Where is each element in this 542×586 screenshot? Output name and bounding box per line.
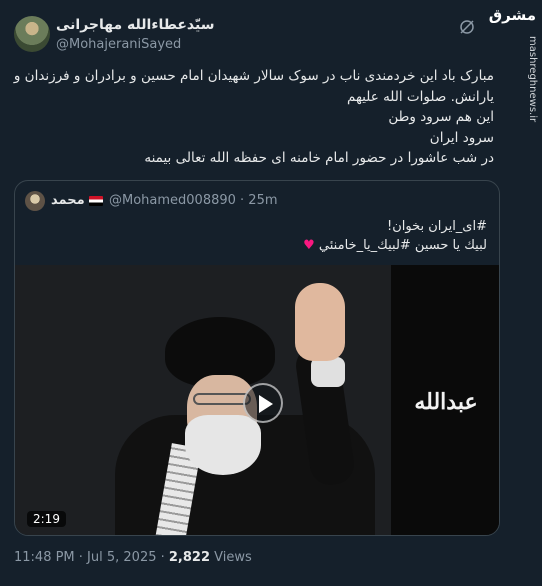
- quoted-tweet[interactable]: محمد @Mohamed008890 · 25m #ای_ایران بخوا…: [14, 180, 500, 536]
- views-label: Views: [210, 550, 252, 565]
- tweet-line: یارانش. صلوات الله علیهم: [346, 88, 494, 105]
- grok-icon[interactable]: [458, 18, 476, 36]
- tweet-line: در شب عاشورا در حضور امام خامنه ای حفظه …: [144, 150, 494, 166]
- figure-cuff: [311, 357, 345, 387]
- black-banner: عبدالله: [391, 265, 499, 535]
- views-count: 2,822: [168, 550, 211, 565]
- quoted-second-line: لبيك يا حسين #لبیك_یا_خامنئي ♥: [47, 236, 487, 255]
- tweet-meta: 11:48 PM · Jul 5, 2025 · 2,822 Views: [14, 550, 252, 565]
- handle[interactable]: @MohajeraniSayed: [56, 37, 181, 52]
- figure-beard: [185, 415, 261, 475]
- quoted-handle-time[interactable]: @Mohamed008890 · 25m: [109, 193, 278, 208]
- video-player[interactable]: عبدالله 2:19: [15, 265, 499, 535]
- quoted-text: #ای_ایران بخوان! لبيك يا حسين #لبیك_یا_خ…: [47, 217, 487, 255]
- tweet-timestamp[interactable]: 11:48 PM · Jul 5, 2025 ·: [14, 550, 169, 565]
- egypt-flag-icon: [89, 196, 103, 206]
- play-icon[interactable]: [243, 383, 283, 423]
- quoted-hashtag-line[interactable]: #ای_ایران بخوان!: [47, 217, 487, 236]
- video-duration: 2:19: [27, 511, 66, 527]
- tweet-header: سیّدعطاءالله مهاجرانی @MohajeraniSayed: [14, 14, 454, 58]
- tweet-line: این هم سرود وطن: [388, 109, 494, 125]
- quoted-display-name[interactable]: محمد: [51, 193, 85, 208]
- watermark-strip: مشرق mashreghnews.ir: [489, 0, 542, 586]
- brand-logo: مشرق: [488, 6, 536, 24]
- quoted-tweet-header: محمد @Mohamed008890 · 25m: [25, 191, 425, 211]
- tweet-line: سرود ایران: [429, 129, 494, 146]
- tweet-screenshot: مشرق mashreghnews.ir سیّدعطاءالله مهاجرا…: [0, 0, 542, 586]
- brand-url: mashreghnews.ir: [527, 36, 538, 123]
- display-name[interactable]: سیّدعطاءالله مهاجرانی: [56, 17, 215, 33]
- quoted-line-text[interactable]: لبيك يا حسين #لبیك_یا_خامنئي: [319, 238, 487, 253]
- banner-calligraphy: عبدالله: [414, 389, 478, 415]
- tweet-line: مبارک باد این خردمندی ناب در سوک سالار ش…: [13, 68, 494, 84]
- quoted-avatar[interactable]: [25, 191, 45, 211]
- avatar[interactable]: [14, 16, 50, 52]
- tweet-text: مبارک باد این خردمندی ناب در سوک سالار ش…: [14, 66, 494, 169]
- heart-icon: ♥: [303, 238, 315, 253]
- figure-raised-hand: [295, 283, 345, 361]
